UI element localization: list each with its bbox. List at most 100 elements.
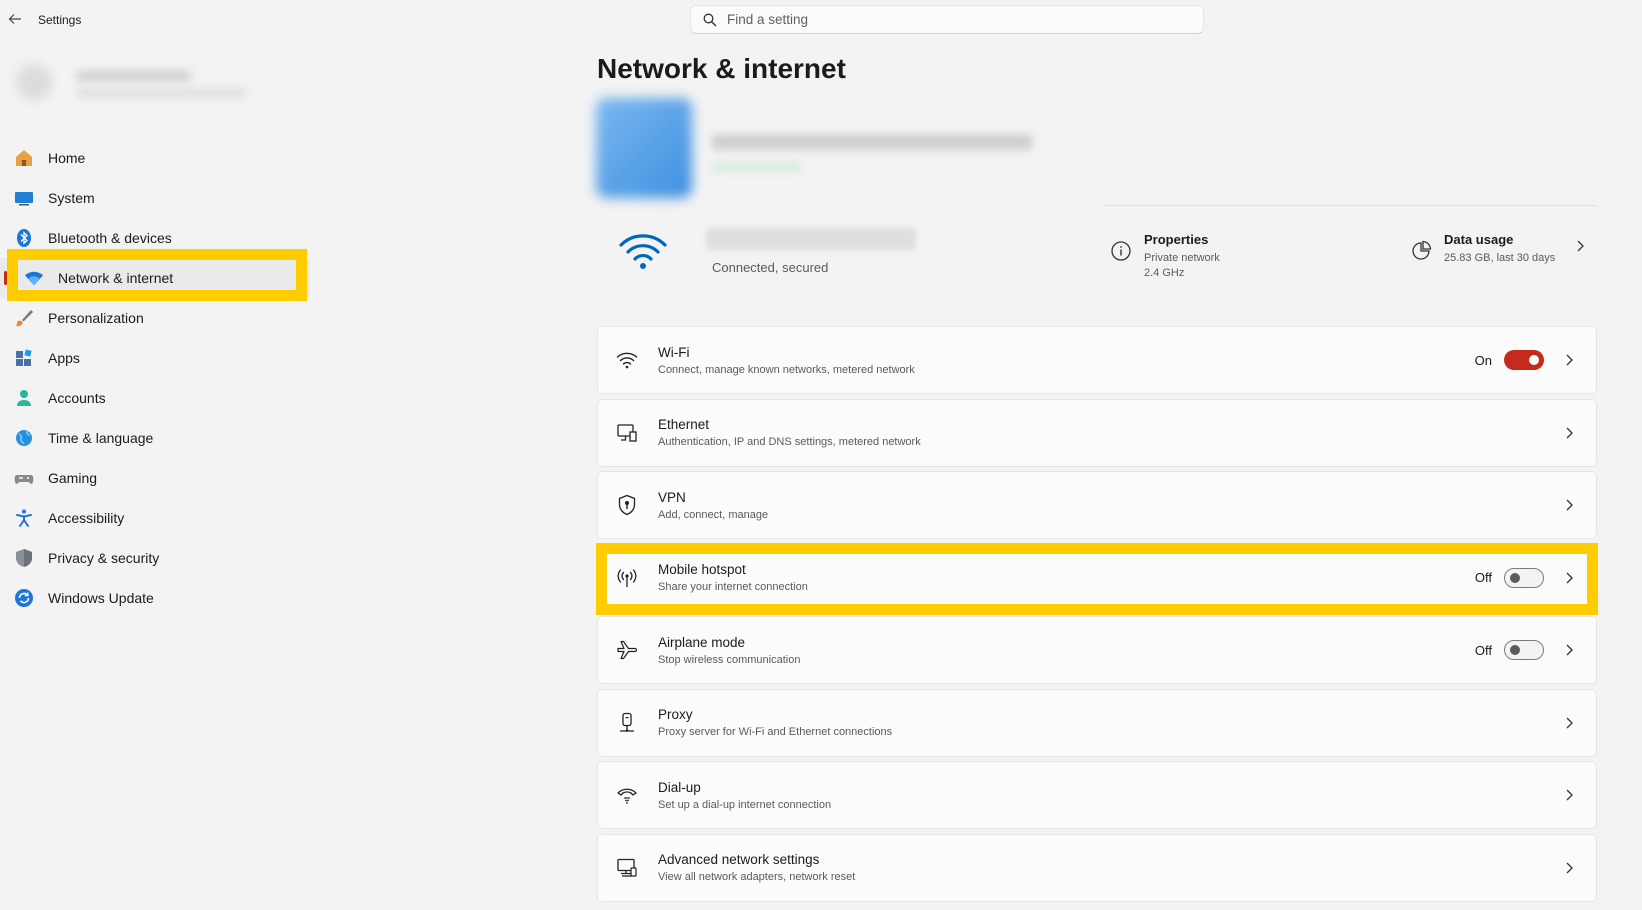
card-subtitle: Stop wireless communication <box>658 653 801 666</box>
divider <box>1104 205 1598 206</box>
data-usage-title: Data usage <box>1444 232 1514 247</box>
profile-email-blurred <box>76 88 246 98</box>
sidebar-nav: Home System Bluetooth & devices Network … <box>0 138 310 618</box>
sidebar-item-personalization[interactable]: Personalization <box>0 298 310 338</box>
sidebar-item-label: Accounts <box>48 390 106 406</box>
back-button[interactable] <box>4 8 26 30</box>
data-usage-detail: 25.83 GB, last 30 days <box>1444 252 1556 264</box>
sidebar-item-time-language[interactable]: Time & language <box>0 418 310 458</box>
chevron-right-icon <box>1566 499 1573 511</box>
toggle-state-label: Off <box>1474 642 1492 658</box>
card-title: Dial-up <box>658 779 701 795</box>
card-title: Wi-Fi <box>658 344 690 360</box>
sidebar-item-windows-update[interactable]: Windows Update <box>0 578 310 618</box>
sidebar-item-apps[interactable]: Apps <box>0 338 310 378</box>
sidebar-item-label: Privacy & security <box>48 550 160 566</box>
sidebar-item-system[interactable]: System <box>0 178 310 218</box>
toggle-state-label: On <box>1474 352 1492 368</box>
sidebar-item-gaming[interactable]: Gaming <box>0 458 310 498</box>
card-advanced-network-settings[interactable]: Advanced network settings View all netwo… <box>597 833 1597 902</box>
chevron-right-icon <box>1566 644 1573 656</box>
wifi-toggle[interactable] <box>1504 350 1544 370</box>
data-usage-link[interactable]: Data usage 25.83 GB, last 30 days <box>1410 232 1587 266</box>
chevron-right-icon <box>1566 789 1573 801</box>
card-proxy[interactable]: Proxy Proxy server for Wi-Fi and Etherne… <box>597 688 1597 757</box>
properties-band: 2.4 GHz <box>1144 267 1185 279</box>
dialup-icon <box>616 784 638 806</box>
update-icon <box>14 588 34 608</box>
card-subtitle: Add, connect, manage <box>658 508 769 521</box>
info-icon <box>1111 241 1131 261</box>
properties-network-type: Private network <box>1144 252 1220 264</box>
back-arrow-icon <box>8 14 21 24</box>
network-name-blurred <box>712 134 1032 150</box>
card-subtitle: Authentication, IP and DNS settings, met… <box>658 436 921 448</box>
apps-icon <box>14 348 34 368</box>
wifi-icon <box>616 349 638 371</box>
search-icon <box>703 13 717 26</box>
sidebar-item-bluetooth[interactable]: Bluetooth & devices <box>0 218 310 258</box>
airplane-icon <box>616 639 638 661</box>
sidebar-item-label: Bluetooth & devices <box>48 230 172 246</box>
card-ethernet[interactable]: Ethernet Authentication, IP and DNS sett… <box>597 398 1597 467</box>
card-mobile-hotspot[interactable]: Mobile hotspot Share your internet conne… <box>597 543 1597 612</box>
card-subtitle: Connect, manage known networks, metered … <box>658 363 915 376</box>
card-title: Ethernet <box>658 417 710 432</box>
bluetooth-icon <box>14 228 34 248</box>
sidebar-item-label: Network & internet <box>58 270 174 286</box>
search-box[interactable] <box>690 5 1204 34</box>
data-usage-icon <box>1412 240 1432 260</box>
properties-title: Properties <box>1144 232 1209 247</box>
mobile-hotspot-toggle[interactable] <box>1504 567 1544 588</box>
card-subtitle: Proxy server for Wi-Fi and Ethernet conn… <box>658 726 893 738</box>
card-wifi[interactable]: Wi-Fi Connect, manage known networks, me… <box>597 326 1597 394</box>
sidebar-item-label: Windows Update <box>48 590 154 606</box>
brush-icon <box>14 308 34 328</box>
card-title: Mobile hotspot <box>658 562 746 577</box>
sidebar-item-label: Accessibility <box>48 510 125 526</box>
sidebar-item-label: Home <box>48 150 86 166</box>
airplane-mode-toggle[interactable] <box>1504 640 1544 660</box>
search-input[interactable] <box>727 12 1167 27</box>
connection-status: Connected, secured <box>712 260 829 275</box>
card-subtitle: View all network adapters, network reset <box>658 871 856 883</box>
connected-network-name-blurred <box>706 228 916 250</box>
network-hero-image <box>596 98 692 198</box>
network-detail-blurred <box>712 162 802 172</box>
vpn-shield-icon <box>616 494 638 516</box>
page-title: Network & internet <box>597 53 846 84</box>
card-airplane-mode[interactable]: Airplane mode Stop wireless communicatio… <box>597 616 1597 684</box>
card-dial-up[interactable]: Dial-up Set up a dial-up internet connec… <box>597 761 1597 829</box>
chevron-right-icon <box>1566 862 1573 873</box>
person-icon <box>14 388 34 408</box>
sidebar-item-home[interactable]: Home <box>0 138 310 178</box>
chevron-right-icon <box>1566 717 1573 728</box>
wifi-icon <box>24 268 44 288</box>
chevron-right-icon <box>1566 354 1573 366</box>
profile-name-blurred <box>76 70 191 82</box>
sidebar-item-accessibility[interactable]: Accessibility <box>0 498 310 538</box>
sidebar-item-accounts[interactable]: Accounts <box>0 378 310 418</box>
sidebar-item-label: Apps <box>48 350 80 366</box>
card-subtitle: Set up a dial-up internet connection <box>658 798 832 811</box>
shield-icon <box>14 548 34 568</box>
sidebar-item-network[interactable]: Network & internet <box>0 258 310 298</box>
advanced-network-icon <box>616 857 638 879</box>
toggle-state-label: Off <box>1474 570 1492 585</box>
chevron-right-icon <box>1577 240 1585 252</box>
card-vpn[interactable]: VPN Add, connect, manage <box>597 471 1597 539</box>
app-title: Settings <box>38 13 82 27</box>
card-title: Proxy <box>658 707 693 722</box>
avatar[interactable] <box>16 64 52 100</box>
properties-link[interactable]: Properties Private network 2.4 GHz <box>1110 232 1220 281</box>
sidebar-item-label: System <box>48 190 95 206</box>
card-subtitle: Share your internet connection <box>658 581 808 593</box>
proxy-icon <box>616 712 638 734</box>
card-title: Advanced network settings <box>658 852 820 867</box>
accessibility-icon <box>14 508 34 528</box>
card-title: VPN <box>658 489 686 505</box>
sidebar-item-privacy[interactable]: Privacy & security <box>0 538 310 578</box>
globe-icon <box>14 428 34 448</box>
settings-list: Wi-Fi Connect, manage known networks, me… <box>597 326 1597 906</box>
home-icon <box>14 148 34 168</box>
